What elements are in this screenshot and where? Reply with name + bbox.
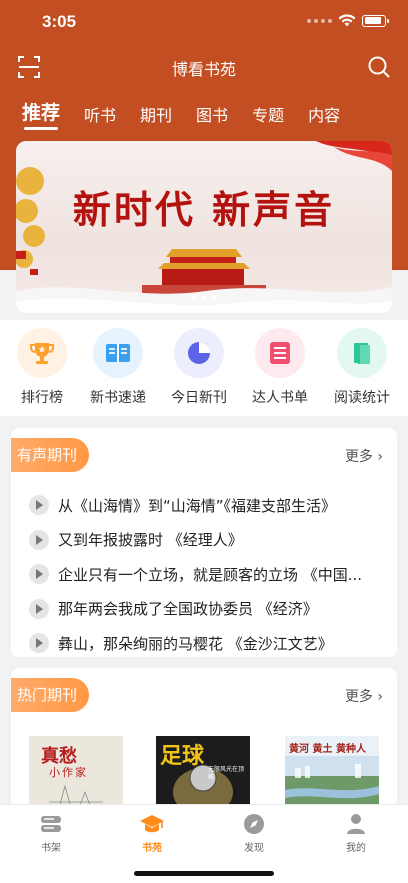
chevron-right-icon: › <box>377 449 383 465</box>
user-icon <box>326 813 386 835</box>
tab-topics[interactable]: 专题 <box>252 98 284 128</box>
tab-library[interactable]: 书苑 <box>122 813 182 854</box>
tab-periodicals[interactable]: 期刊 <box>140 98 172 128</box>
audio-item-title: 从《山海情》到“山海情”《福建支部生活》 <box>58 496 337 515</box>
audio-periodicals-card: 有声期刊 更多 › 从《山海情》到“山海情”《福建支部生活》 又到年报披露时 《… <box>11 428 397 657</box>
wifi-icon <box>338 14 356 27</box>
tab-label: 发现 <box>244 843 264 854</box>
bottom-tab-bar: 书架 书苑 发现 我的 <box>0 804 408 883</box>
tab-books[interactable]: 图书 <box>196 98 228 128</box>
navigation-bar: 博看书苑 <box>0 48 408 86</box>
battery-icon <box>362 14 389 27</box>
audio-item-title: 企业只有一个立场，就是顾客的立场 《中国... <box>58 565 363 584</box>
books-icon <box>337 328 387 378</box>
tab-content[interactable]: 内容 <box>308 98 340 128</box>
play-icon <box>29 564 49 585</box>
tab-discover[interactable]: 发现 <box>224 813 284 854</box>
audio-item[interactable]: 那年两会我成了全国政协委员 《经济》 <box>29 592 379 627</box>
magazine-cover[interactable]: 黄河 黄土 黄种人 <box>285 736 379 808</box>
page-title: 博看书苑 <box>171 60 236 79</box>
quick-link-booklists[interactable]: 达人书单 <box>240 328 320 407</box>
more-hot-link[interactable]: 更多 › <box>345 686 383 706</box>
audio-item-title: 那年两会我成了全国政协委员 《经济》 <box>58 600 318 619</box>
tab-audiobooks[interactable]: 听书 <box>84 98 116 128</box>
magazine-cover[interactable]: 足球 无限风光在顶峰 <box>156 736 250 808</box>
audio-list: 从《山海情》到“山海情”《福建支部生活》 又到年报披露时 《经理人》 企业只有一… <box>29 488 379 657</box>
home-indicator <box>134 871 274 876</box>
trophy-icon <box>17 328 67 378</box>
chevron-right-icon: › <box>377 689 383 705</box>
more-label: 更多 <box>344 689 373 705</box>
status-time: 3:05 <box>42 12 77 31</box>
search-icon <box>368 56 390 78</box>
bookshelf-icon <box>21 813 81 835</box>
list-icon <box>255 328 305 378</box>
play-icon <box>29 598 49 619</box>
quick-link-label: 阅读统计 <box>334 390 390 406</box>
tab-profile[interactable]: 我的 <box>326 813 386 854</box>
tab-label: 我的 <box>346 843 366 854</box>
banner-carousel[interactable]: 新时代 新声音 <box>16 141 392 313</box>
quick-link-new-books[interactable]: 新书速递 <box>78 328 158 407</box>
quick-link-today-issues[interactable]: 今日新刊 <box>159 328 239 407</box>
search-button[interactable] <box>366 54 392 80</box>
quick-link-reading-stats[interactable]: 阅读统计 <box>322 328 402 407</box>
more-audio-link[interactable]: 更多 › <box>345 446 383 466</box>
section-title: 热门期刊 <box>11 678 89 712</box>
cover-title: 黄河 黄土 黄种人 <box>289 744 366 755</box>
compass-icon <box>224 813 284 835</box>
quick-link-label: 今日新刊 <box>171 390 227 406</box>
banner-title: 新时代 新声音 <box>72 187 336 232</box>
audio-item-title: 彝山，那朵绚丽的马樱花 《金沙江文艺》 <box>58 634 333 653</box>
cover-list: 真愁 小作家 足球 无限风光在顶峰 黄河 黄土 黄种人 <box>11 732 397 808</box>
audio-item[interactable]: 彝山，那朵绚丽的马樱花 《金沙江文艺》 <box>29 626 379 657</box>
status-icons <box>307 14 389 27</box>
play-icon <box>29 633 49 654</box>
cover-photo <box>285 756 379 808</box>
cover-subtitle: 无限风光在顶峰 <box>208 766 245 781</box>
status-bar: 3:05 <box>0 0 408 44</box>
tab-recommend[interactable]: 推荐 <box>22 98 60 130</box>
quick-links: 排行榜 新书速递 今日新刊 达人书单 阅读统计 <box>0 320 408 416</box>
quick-link-label: 新书速递 <box>90 390 146 406</box>
magazine-cover[interactable]: 真愁 小作家 <box>29 736 123 808</box>
quick-link-ranking[interactable]: 排行榜 <box>2 328 82 407</box>
open-book-icon <box>93 328 143 378</box>
hot-periodicals-card: 热门期刊 更多 › 真愁 小作家 足球 无限风光在顶峰 黄河 黄土 黄种人 <box>11 668 397 808</box>
tab-label: 书架 <box>41 843 61 854</box>
tab-bookshelf[interactable]: 书架 <box>21 813 81 854</box>
pie-chart-icon <box>174 328 224 378</box>
quick-link-label: 达人书单 <box>252 390 308 406</box>
category-tabs: 推荐 听书 期刊 图书 专题 内容 <box>22 98 364 130</box>
audio-item[interactable]: 企业只有一个立场，就是顾客的立场 《中国... <box>29 557 379 592</box>
signal-icon <box>307 18 332 23</box>
tab-label: 书苑 <box>142 843 162 854</box>
play-icon <box>29 495 49 516</box>
play-icon <box>29 529 49 550</box>
audio-item-title: 又到年报披露时 《经理人》 <box>58 531 243 550</box>
audio-item[interactable]: 又到年报披露时 《经理人》 <box>29 523 379 558</box>
section-title: 有声期刊 <box>11 438 89 472</box>
quick-link-label: 排行榜 <box>21 390 63 406</box>
audio-item[interactable]: 从《山海情》到“山海情”《福建支部生活》 <box>29 488 379 523</box>
cover-sketch <box>49 784 103 808</box>
more-label: 更多 <box>344 449 373 465</box>
graduation-cap-icon <box>122 813 182 835</box>
